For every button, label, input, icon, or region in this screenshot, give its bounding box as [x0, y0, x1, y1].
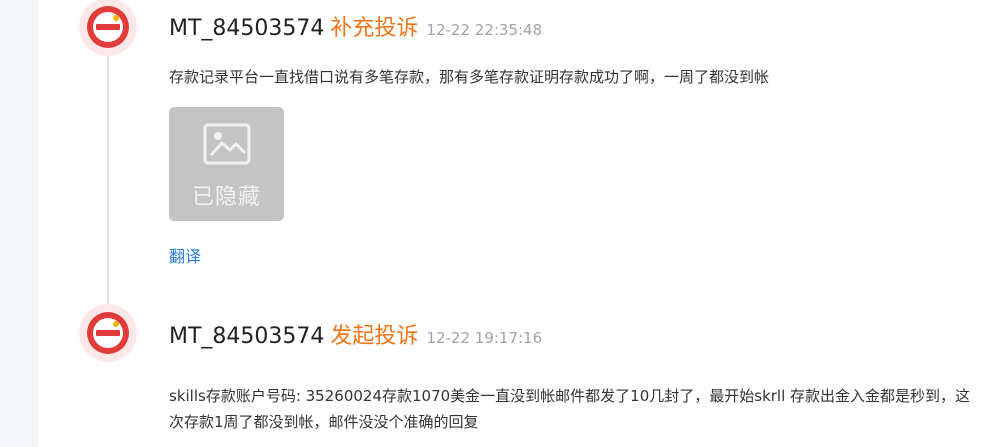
timestamp: 12-22 22:35:48 — [426, 21, 543, 39]
left-gutter — [0, 0, 38, 447]
avatar[interactable] — [79, 304, 137, 362]
timestamp: 12-22 19:17:16 — [426, 329, 543, 347]
username[interactable]: MT_84503574 — [169, 16, 324, 41]
entry-header: MT_84503574 补充投诉 12-22 22:35:48 — [169, 10, 542, 42]
translate-link[interactable]: 翻译 — [169, 243, 201, 267]
avatar[interactable] — [79, 0, 137, 56]
complaint-text: 存款记录平台一直找借口说有多笔存款，那有多笔存款证明存款成功了啊，一周了都没到帐 — [169, 68, 770, 86]
avatar-logo-icon — [87, 6, 129, 48]
action-label: 发起投诉 — [330, 324, 419, 349]
complaint-text: skills存款账户号码: 35260024存款1070美金一直没到帐邮件都发了… — [169, 387, 971, 431]
username[interactable]: MT_84503574 — [169, 324, 324, 349]
avatar-logo-icon — [87, 312, 129, 354]
hidden-image-thumbnail[interactable]: 已隐藏 — [169, 107, 284, 221]
image-icon — [203, 123, 251, 165]
entry-header: MT_84503574 发起投诉 12-22 19:17:16 — [169, 318, 542, 350]
hidden-label: 已隐藏 — [191, 185, 261, 210]
timeline-line — [107, 40, 109, 310]
action-label: 补充投诉 — [330, 16, 419, 41]
